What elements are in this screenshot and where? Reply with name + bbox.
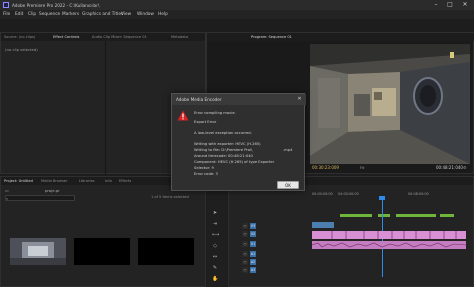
track-select-tool-icon[interactable]: ⇥ [212, 221, 218, 227]
program-viewer-frame [310, 44, 470, 164]
error-line-9: Error code: 3 [194, 172, 218, 176]
marker-strip-3 [396, 214, 436, 217]
audio-waveform [312, 242, 466, 248]
menu-bar: File Edit Clip Sequence Markers Graphics… [0, 10, 474, 19]
minimize-icon[interactable]: – [430, 1, 442, 9]
track-a2-toggle[interactable]: ○ [242, 258, 248, 265]
program-timecode-right: 00:48:21:040 [436, 165, 463, 170]
settings-wrench-icon[interactable]: ⚙ [463, 165, 468, 170]
track-header-a2: ○ A2 [236, 258, 308, 265]
close-window-icon[interactable]: ✕ [459, 1, 471, 9]
project-panel: Project: Untitled Media Browser Librarie… [0, 176, 206, 287]
marker-strip-2 [378, 214, 390, 217]
tab-audio-clip-mixer[interactable]: Audio Clip Mixer: Sequence 01 [92, 35, 147, 39]
window-title: Adobe Premiere Pro 2022 - C:\Kullanıcıla… [12, 2, 100, 8]
no-clip-selected-text: (no clip selected) [5, 47, 38, 52]
program-timecode-left[interactable]: 00:30:23:009 [312, 165, 339, 170]
track-header-a1: ○ A1 [236, 250, 308, 257]
error-icon [177, 110, 189, 121]
title-bar: Adobe Premiere Pro 2022 - C:\Kullanıcıla… [0, 0, 474, 10]
error-line-2: Export Error [194, 120, 217, 124]
menu-edit[interactable]: Edit [15, 12, 23, 17]
tab-media-browser[interactable]: Media Browser [41, 179, 68, 183]
graphics-clip-v2[interactable] [312, 222, 334, 228]
menu-file[interactable]: File [3, 12, 10, 17]
menu-window[interactable]: Window [137, 12, 154, 17]
pen-tool-icon[interactable]: ✎ [212, 265, 218, 271]
maximize-icon[interactable]: □ [444, 1, 456, 9]
ruler-mid: 04:00:00:00 [338, 192, 359, 196]
track-v3-label[interactable]: V3 [250, 222, 256, 229]
panel-divider [105, 41, 106, 175]
ruler-end: 00:08:00:00 [408, 192, 429, 196]
tab-effect-controls[interactable]: Effect Controls [53, 35, 79, 39]
clip-thumbnail-2[interactable] [74, 238, 130, 265]
tab-source[interactable]: Source: (no clips) [4, 35, 35, 39]
track-v2-label[interactable]: V2 [250, 230, 256, 237]
track-v1-label[interactable]: V1 [250, 240, 256, 247]
error-line-5: Writing to file: D:\Premiere Proi\ [194, 148, 253, 152]
clip-thumbnail-3[interactable] [138, 238, 194, 265]
program-tab-row: Program: Sequence 01 [207, 33, 474, 41]
ok-button[interactable]: OK [277, 181, 299, 189]
error-line-3: A low-level exception occurred. [194, 131, 252, 135]
selection-tool-icon[interactable]: ➤ [212, 210, 218, 216]
error-line-1: Error compiling movie. [194, 111, 236, 115]
error-line-8: Selector: 9 [194, 166, 214, 170]
tab-info[interactable]: Info [105, 179, 112, 183]
track-a1-label[interactable]: A1 [250, 250, 256, 257]
track-header-a3: ○ A3 [236, 266, 308, 273]
source-tab-row: Source: (no clips) Effect Controls Audio… [1, 33, 205, 41]
menu-view[interactable]: View [121, 12, 131, 17]
slip-tool-icon[interactable]: ↔ [212, 254, 218, 260]
ruler-start: 00:00:00:00 [312, 192, 333, 196]
project-folder-icon: ▭ [5, 188, 9, 193]
video-clip-cut-lines [331, 231, 457, 239]
playhead-handle[interactable] [379, 196, 385, 200]
track-v3-toggle[interactable]: ○ [242, 222, 248, 229]
clip-thumbnail-1[interactable] [10, 238, 66, 265]
tab-program[interactable]: Program: Sequence 01 [251, 35, 292, 39]
search-input[interactable] [5, 195, 75, 201]
media-encoder-error-dialog: Adobe Media Encoder ✕ Error compiling mo… [171, 93, 306, 191]
menu-markers[interactable]: Markers [62, 12, 79, 17]
error-file-extension: .mp4 [283, 148, 293, 152]
track-a3-toggle[interactable]: ○ [242, 266, 248, 273]
menu-graphics-and-titles[interactable]: Graphics and Titles [82, 12, 123, 17]
menu-sequence[interactable]: Sequence [39, 12, 60, 17]
marker-strip-4 [440, 214, 454, 217]
dialog-close-icon[interactable]: ✕ [296, 96, 303, 103]
tab-effects[interactable]: Effects [119, 179, 131, 183]
search-icon: ⌕ [6, 195, 9, 201]
menu-clip[interactable]: Clip [28, 12, 36, 17]
track-header-v3: ○ V3 [236, 222, 308, 229]
dialog-title: Adobe Media Encoder [176, 97, 222, 102]
game-scene-image [310, 44, 470, 164]
dialog-title-bar: Adobe Media Encoder ✕ [172, 94, 306, 105]
menu-help[interactable]: Help [158, 12, 168, 17]
tab-libraries[interactable]: Libraries [79, 179, 95, 183]
marker-strip-1 [340, 214, 372, 217]
track-a3-label[interactable]: A3 [250, 266, 256, 273]
track-header-v1: ○ V1 [236, 240, 308, 247]
track-a2-label[interactable]: A2 [250, 258, 256, 265]
track-v2-toggle[interactable]: ○ [242, 230, 248, 237]
error-line-6: Around timecode: 00:48:21:040 [194, 154, 253, 158]
clip-thumbnail-image [10, 238, 66, 265]
hand-tool-icon[interactable]: ✋ [212, 276, 218, 282]
ripple-edit-tool-icon[interactable]: ⟷ [212, 232, 219, 238]
item-count: 1 of 5 items selected [151, 195, 189, 199]
track-a1-toggle[interactable]: ○ [242, 250, 248, 257]
track-header-v2: ○ V2 [236, 230, 308, 237]
razor-tool-icon[interactable]: ◇ [212, 243, 218, 249]
track-v1-toggle[interactable]: ○ [242, 240, 248, 247]
premiere-app-icon [3, 2, 9, 8]
tab-project[interactable]: Project: Untitled [4, 179, 33, 183]
tab-metadata[interactable]: Metadata [171, 35, 188, 39]
fit-dropdown[interactable]: Fit [360, 165, 364, 170]
error-line-7: Component: HEVC (H.265) of type Exporter [194, 160, 275, 164]
bin-label: proje.pr [45, 188, 60, 193]
error-line-4: Writing with exporter: HEVC (H.265) [194, 142, 261, 146]
